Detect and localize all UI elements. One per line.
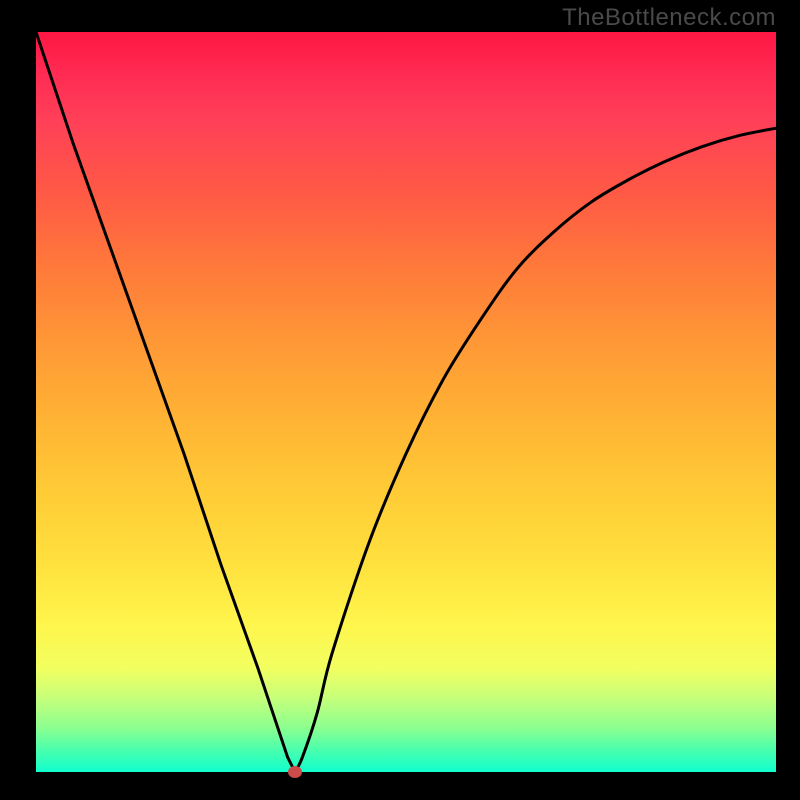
- bottleneck-curve: [36, 32, 776, 772]
- watermark-text: TheBottleneck.com: [562, 4, 776, 32]
- chart-container: TheBottleneck.com: [0, 0, 800, 800]
- curve-svg: [36, 32, 776, 772]
- plot-area: [36, 32, 776, 772]
- minimum-marker: [288, 766, 302, 778]
